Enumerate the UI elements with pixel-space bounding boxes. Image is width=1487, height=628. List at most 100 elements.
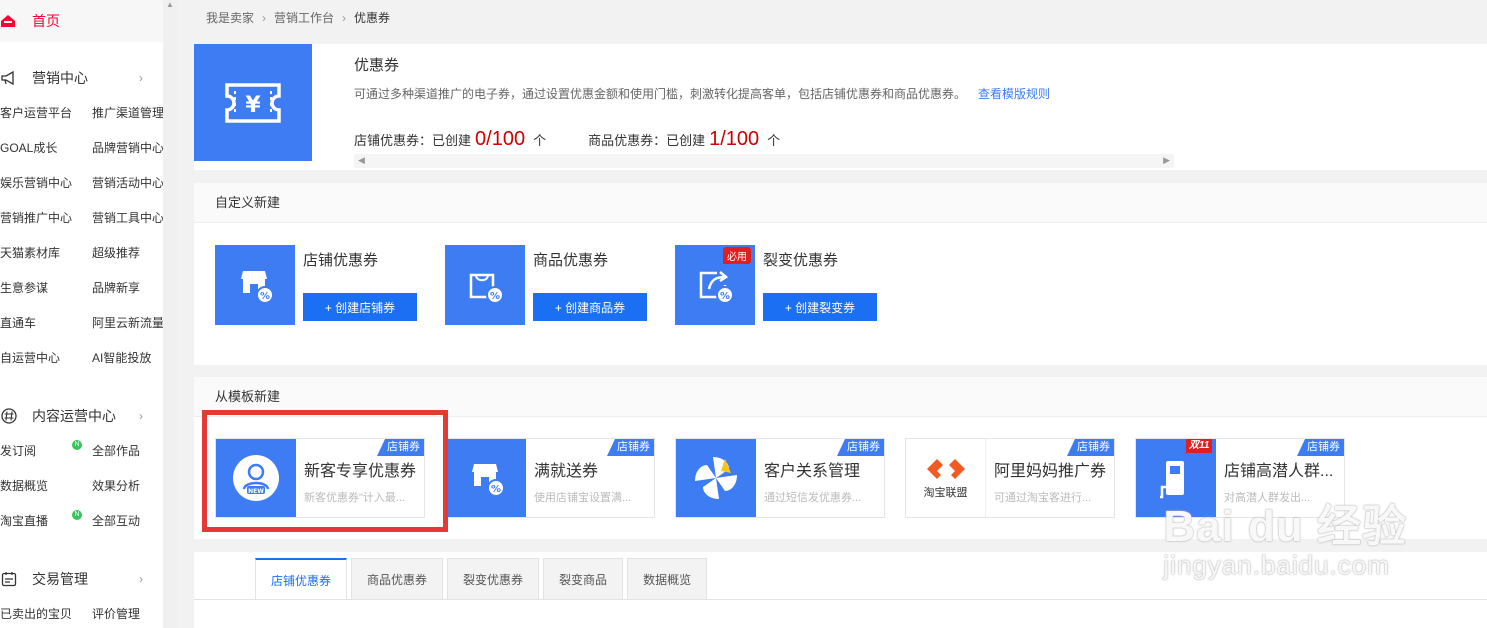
- stat-label: 商品优惠券：已创建: [588, 133, 706, 148]
- custom-card-item-coupon: % 商品优惠券 + 创建商品券: [445, 245, 647, 325]
- template-card-alimama[interactable]: 淘宝联盟 阿里妈妈推广券 可通过淘宝客进行... 店铺券: [905, 438, 1115, 518]
- tab-data-overview[interactable]: 数据概览: [627, 558, 708, 600]
- sidebar-link[interactable]: 阿里云新流量: [92, 306, 163, 341]
- svg-text:%: %: [491, 484, 501, 495]
- shop-coupon-tag: 店铺券: [607, 439, 654, 456]
- tabs-divider: [194, 599, 1487, 600]
- sidebar-section-content[interactable]: 内容运营中心 ›: [0, 398, 163, 434]
- sidebar-item-home[interactable]: 首页: [0, 0, 163, 42]
- sidebar-link[interactable]: 营销活动中心: [92, 166, 163, 201]
- shop-coupon-icon: %: [446, 439, 526, 517]
- sidebar-link[interactable]: 自运营中心: [0, 341, 92, 376]
- double-11-badge: 双11: [1186, 439, 1213, 453]
- sidebar-link[interactable]: AI智能投放: [92, 341, 163, 376]
- new-user-icon: NEW: [216, 439, 296, 517]
- sidebar-scrollbar[interactable]: ▲: [163, 0, 177, 628]
- svg-text:¥: ¥: [245, 93, 261, 118]
- create-item-coupon-button[interactable]: + 创建商品券: [533, 293, 647, 321]
- chevron-right-icon: ›: [139, 572, 143, 586]
- sidebar-link[interactable]: 数据概览: [0, 469, 92, 504]
- template-card-high-potential[interactable]: 双11 店铺高潜人群... 对高潜人群发出... 店铺券: [1135, 438, 1345, 518]
- sidebar-link-label: 全部作品: [92, 444, 141, 458]
- template-title: 客户关系管理: [764, 463, 861, 480]
- sidebar-link[interactable]: N 全部互动: [72, 504, 163, 539]
- new-dot-badge: N: [72, 440, 82, 450]
- section-heading: 自定义新建: [194, 183, 1487, 223]
- taobao-union-logo: 淘宝联盟: [906, 439, 986, 517]
- stat-label: 店铺优惠券：已创建: [354, 133, 472, 148]
- coupon-tabs-bar: 店铺优惠券 商品优惠券 裂变优惠券 裂变商品 数据概览: [194, 552, 1487, 628]
- megaphone-icon: [0, 69, 18, 87]
- content-links: 发订阅 N 全部作品 数据概览 效果分析 淘宝直播 N 全部互动: [0, 434, 163, 539]
- chevron-right-icon: ›: [262, 10, 267, 25]
- sidebar-link[interactable]: 生意参谋: [0, 271, 92, 306]
- sidebar-link[interactable]: 天猫素材库: [0, 236, 92, 271]
- sidebar-link[interactable]: 效果分析: [92, 469, 163, 504]
- sidebar-link[interactable]: 品牌新享: [92, 271, 163, 306]
- sidebar-link[interactable]: 直通车: [0, 306, 92, 341]
- coupon-overview: ¥ 优惠券 可通过多种渠道推广的电子券，通过设置优惠金额和使用门槛，刺激转化提高…: [194, 44, 1487, 170]
- sidebar-link[interactable]: 营销推广中心: [0, 201, 92, 236]
- must-use-badge: 必用: [723, 247, 751, 264]
- sidebar-link[interactable]: 娱乐营销中心: [0, 166, 92, 201]
- sidebar-link[interactable]: N 全部作品: [72, 434, 163, 469]
- scroll-up-arrow-icon[interactable]: ▲: [163, 0, 177, 12]
- horizontal-scrollbar[interactable]: ◀ ▶: [354, 154, 1174, 168]
- shop-coupon-icon: %: [215, 245, 295, 325]
- shop-coupon-tag: 店铺券: [377, 439, 424, 456]
- section-title: 内容运营中心: [32, 408, 116, 424]
- hashtag-icon: [0, 407, 18, 425]
- tab-fission-item[interactable]: 裂变商品: [543, 558, 624, 600]
- card-title: 店铺优惠券: [303, 252, 379, 269]
- sidebar-link[interactable]: 已卖出的宝贝: [0, 597, 92, 628]
- coupon-ticket-icon: ¥: [194, 44, 312, 161]
- create-fission-coupon-button[interactable]: + 创建裂变券: [763, 293, 877, 321]
- template-card-new-customer[interactable]: NEW 新客专享优惠券 新客优惠券"计入最... 店铺券: [215, 438, 425, 518]
- home-icon: [0, 14, 16, 28]
- template-title: 店铺高潜人群...: [1224, 463, 1334, 480]
- sidebar-link[interactable]: GOAL成长: [0, 131, 92, 166]
- shop-coupon-tag: 店铺券: [1067, 439, 1114, 456]
- sidebar-section-trade[interactable]: 交易管理 ›: [0, 561, 163, 597]
- sidebar-section-marketing[interactable]: 营销中心 ›: [0, 60, 163, 96]
- template-title: 阿里妈妈推广券: [994, 463, 1106, 480]
- chevron-right-icon: ›: [139, 71, 143, 85]
- tab-item-coupon[interactable]: 商品优惠券: [351, 558, 444, 600]
- new-dot-badge: N: [72, 510, 82, 520]
- stat-unit: 个: [767, 133, 781, 148]
- main-content: 我是卖家 › 营销工作台 › 优惠券 ¥ 优惠券 可通过多种渠道推广的电子券，通…: [194, 0, 1487, 628]
- logo-text: 淘宝联盟: [923, 487, 968, 499]
- breadcrumb: 我是卖家 › 营销工作台 › 优惠券: [194, 0, 1487, 35]
- scroll-right-arrow-icon[interactable]: ▶: [1163, 155, 1170, 166]
- sidebar-link[interactable]: 品牌营销中心: [92, 131, 163, 166]
- svg-text:%: %: [720, 291, 730, 302]
- create-shop-coupon-button[interactable]: + 创建店铺券: [303, 293, 417, 321]
- tab-shop-coupon[interactable]: 店铺优惠券: [255, 558, 348, 600]
- sidebar-link[interactable]: 客户运营平台: [0, 96, 92, 131]
- chevron-right-icon: ›: [139, 409, 143, 423]
- sidebar-link[interactable]: 营销工具中心: [92, 201, 163, 236]
- sidebar-link[interactable]: 评价管理: [92, 597, 163, 628]
- pinwheel-icon: [676, 439, 756, 517]
- template-description: 对高潜人群发出...: [1224, 492, 1311, 504]
- svg-text:%: %: [490, 291, 500, 302]
- custom-create-panel: 自定义新建 % 店铺优惠券 + 创建店铺券 % 商品优惠券 + 创建商品券 必用…: [194, 183, 1487, 365]
- breadcrumb-current: 优惠券: [354, 11, 391, 25]
- calendar-icon: [0, 570, 18, 588]
- template-create-panel: 从模板新建 NEW 新客专享优惠券 新客优惠券"计入最... 店铺券 % 满就送…: [194, 377, 1487, 539]
- stat-value: 0/100: [475, 128, 526, 150]
- scroll-left-arrow-icon[interactable]: ◀: [358, 155, 365, 166]
- template-rules-link[interactable]: 查看模版规则: [978, 87, 1050, 101]
- breadcrumb-item[interactable]: 我是卖家: [206, 9, 254, 26]
- shop-coupon-tag: 店铺券: [1297, 439, 1344, 456]
- sidebar-link[interactable]: 推广渠道管理: [92, 96, 163, 131]
- tab-fission-coupon[interactable]: 裂变优惠券: [447, 558, 540, 600]
- template-description: 通过短信发优惠券...: [764, 492, 862, 504]
- section-title: 交易管理: [32, 571, 88, 587]
- custom-card-shop-coupon: % 店铺优惠券 + 创建店铺券: [215, 245, 417, 325]
- template-card-crm[interactable]: 客户关系管理 通过短信发优惠券... 店铺券: [675, 438, 885, 518]
- breadcrumb-item[interactable]: 营销工作台: [274, 9, 334, 26]
- sidebar-link[interactable]: 超级推荐: [92, 236, 163, 271]
- sidebar: 首页 营销中心 › 客户运营平台 推广渠道管理 GOAL成长 品牌营销中心 娱乐…: [0, 0, 163, 628]
- template-card-full-gift[interactable]: % 满就送券 使用店铺宝设置满... 店铺券: [445, 438, 655, 518]
